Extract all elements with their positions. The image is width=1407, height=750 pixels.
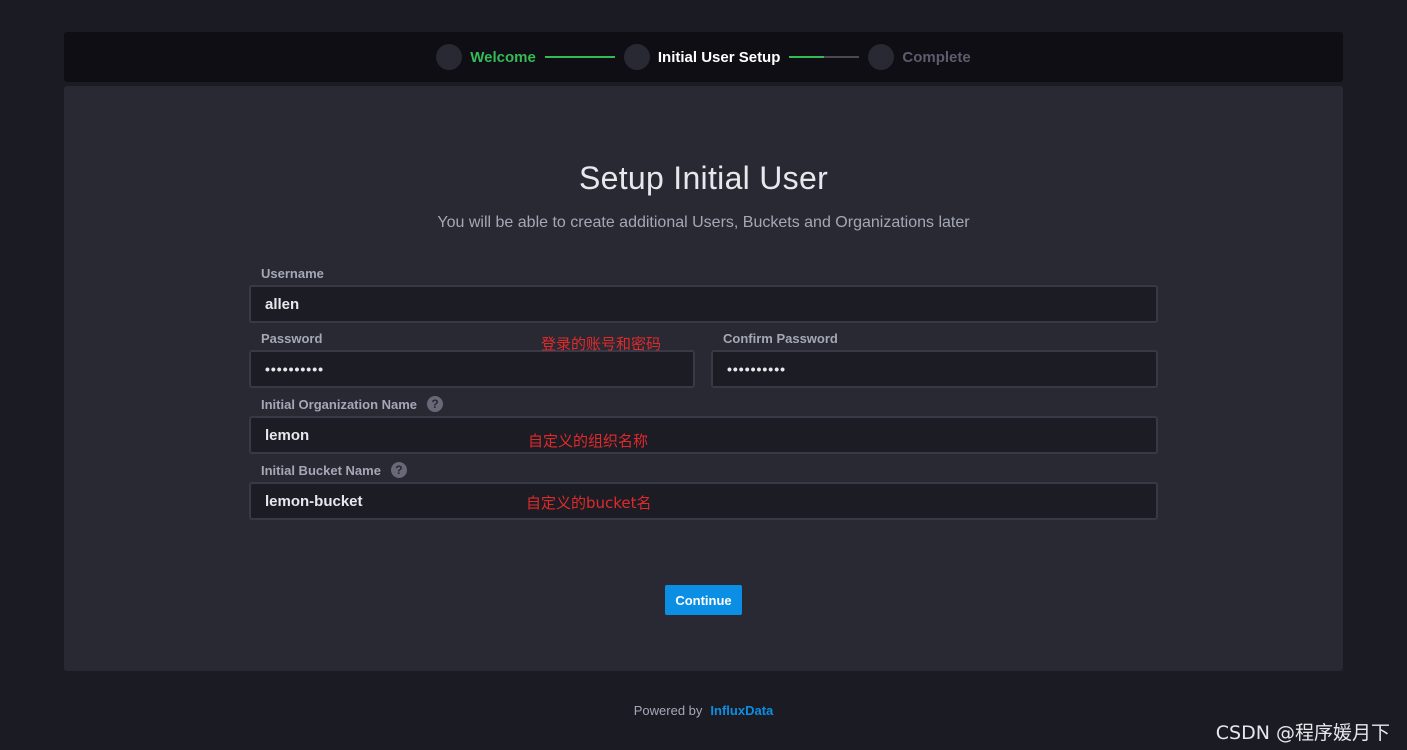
annotation-bucket: 自定义的bucket名 [526, 494, 652, 512]
confirm-password-label: Confirm Password [723, 331, 838, 346]
step-connector [544, 56, 615, 58]
setup-stepper: Welcome Initial User Setup Complete [64, 32, 1343, 82]
powered-by-text: Powered by [633, 703, 703, 718]
footer: Powered by InfluxData [0, 703, 1407, 718]
username-input[interactable]: allen [249, 285, 1158, 323]
step-connector [789, 56, 860, 58]
step-dot-icon [868, 44, 895, 70]
annotation-credentials: 登录的账号和密码 [541, 335, 662, 353]
setup-page: Welcome Initial User Setup Complete Setu… [0, 0, 1407, 750]
password-label: Password [261, 331, 323, 346]
help-icon[interactable]: ? [427, 396, 444, 412]
org-label: Initial Organization Name [261, 396, 418, 412]
step-label-initial-user-setup: Initial User Setup [657, 48, 781, 66]
help-icon[interactable]: ? [390, 462, 407, 478]
username-label: Username [261, 266, 324, 281]
step-dot-icon [623, 44, 650, 70]
annotation-org: 自定义的组织名称 [528, 432, 649, 450]
bucket-label: Initial Bucket Name [261, 462, 381, 478]
password-input[interactable]: •••••••••• [249, 350, 695, 388]
step-dot-icon [436, 44, 463, 70]
page-title: Setup Initial User [578, 160, 829, 196]
confirm-password-input[interactable]: •••••••••• [711, 350, 1158, 388]
bucket-name-input[interactable]: lemon-bucket [249, 482, 1158, 520]
page-subtitle: You will be able to create additional Us… [437, 214, 970, 231]
step-label-welcome: Welcome [470, 48, 536, 66]
setup-panel: Setup Initial User You will be able to c… [64, 86, 1343, 671]
step-label-complete: Complete [902, 48, 971, 66]
influxdata-link[interactable]: InfluxData [710, 703, 773, 718]
watermark: CSDN @程序媛月下 [1215, 722, 1390, 744]
step-initial-user-setup: Initial User Setup [623, 44, 781, 70]
step-welcome: Welcome [436, 44, 536, 70]
org-label-row: Initial Organization Name ? [261, 396, 444, 412]
continue-button[interactable]: Continue [665, 585, 742, 615]
org-name-input[interactable]: lemon [249, 416, 1158, 454]
step-complete: Complete [868, 44, 971, 70]
bucket-label-row: Initial Bucket Name ? [261, 462, 407, 478]
